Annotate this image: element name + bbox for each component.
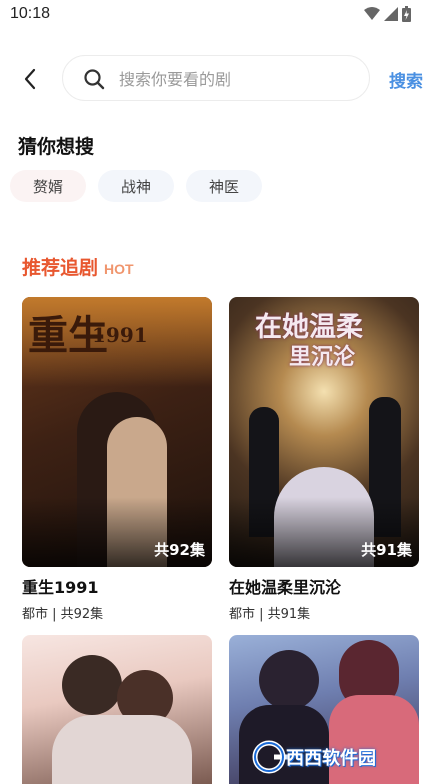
logo-icon	[252, 740, 288, 774]
search-row: 搜索	[0, 55, 441, 103]
guess-section-title: 猜你想搜	[18, 136, 95, 158]
watermark-text: 西西软件园	[286, 748, 376, 769]
status-time: 10:18	[10, 5, 51, 22]
drama-poster	[22, 635, 212, 784]
guess-chip-list: 赘婿 战神 神医	[10, 170, 263, 202]
guess-chip[interactable]: 神医	[186, 170, 263, 202]
status-icons	[364, 6, 411, 22]
drama-card[interactable]: 在她温柔 里沉沦 共91集 在她温柔里沉沦 都市 | 共91集	[229, 297, 419, 622]
search-input[interactable]	[119, 64, 359, 94]
status-bar: 10:18	[0, 0, 441, 30]
drama-meta: 都市 | 共92集	[22, 607, 104, 622]
poster-subtitle-text: 1991	[92, 323, 148, 347]
chevron-left-icon	[24, 68, 36, 90]
search-icon	[84, 69, 105, 90]
drama-meta: 都市 | 共91集	[229, 607, 311, 622]
watermark: 西西软件园	[250, 738, 420, 778]
drama-title: 在她温柔里沉沦	[229, 578, 342, 597]
drama-poster: 在她温柔 里沉沦 共91集	[229, 297, 419, 567]
drama-title: 重生1991	[22, 578, 99, 597]
battery-icon	[402, 6, 411, 22]
hot-tag: HOT	[104, 261, 134, 277]
guess-chip[interactable]: 战神	[98, 170, 175, 202]
recommend-title: 推荐追剧	[22, 257, 99, 279]
drama-poster: 重生 1991 共92集	[22, 297, 212, 567]
drama-card[interactable]	[22, 635, 212, 784]
back-button[interactable]	[16, 65, 44, 93]
search-box[interactable]	[62, 55, 370, 101]
wifi-icon	[364, 7, 380, 20]
signal-icon	[384, 7, 398, 21]
drama-card[interactable]: 重生 1991 共92集 重生1991 都市 | 共92集	[22, 297, 212, 622]
episode-badge: 共92集	[154, 541, 205, 559]
guess-chip[interactable]: 赘婿	[10, 170, 87, 202]
recommend-header: 推荐追剧 HOT	[22, 253, 134, 280]
search-button[interactable]: 搜索	[389, 67, 423, 92]
poster-subtitle-text: 里沉沦	[289, 344, 356, 370]
episode-badge: 共91集	[361, 541, 412, 559]
